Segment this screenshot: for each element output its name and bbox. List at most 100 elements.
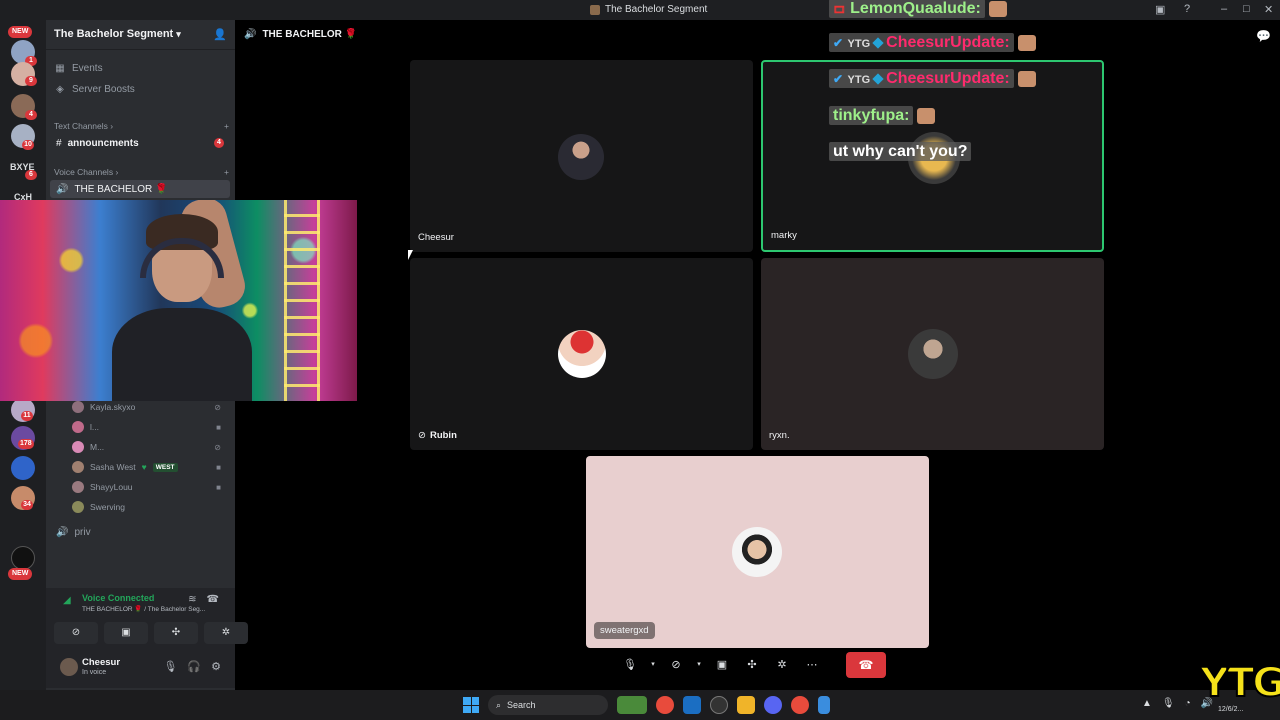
screen-share-icon[interactable]: ▣ <box>1155 3 1165 16</box>
channel-label: priv <box>74 526 91 538</box>
app-icon[interactable] <box>710 696 728 714</box>
mic-icon[interactable]: 🎙 <box>1162 698 1175 709</box>
channel-priv[interactable]: 🔊 priv <box>50 523 230 541</box>
close-button[interactable]: ✕ <box>1264 3 1273 16</box>
screen-share-button[interactable]: ▣ <box>104 622 148 644</box>
speaker-icon: 🔊 <box>244 29 257 40</box>
taskbar-search[interactable]: ⌕ Search <box>488 695 608 715</box>
file-explorer-icon[interactable] <box>737 696 755 714</box>
category-label: Text Channels <box>54 121 108 131</box>
server-badge: 6 <box>25 170 37 180</box>
noise-suppression-icon[interactable]: ≋ <box>188 594 196 605</box>
window-title: The Bachelor Segment <box>590 4 707 15</box>
events-label: Events <box>72 62 103 74</box>
add-user-icon[interactable]: 👤 <box>213 28 227 41</box>
soundboard-button[interactable]: ✲ <box>204 622 248 644</box>
mic-off-icon: ⊘ <box>214 442 221 452</box>
avatar <box>72 421 84 433</box>
avatar[interactable] <box>60 658 78 676</box>
network-icon[interactable]: ◔ <box>1185 698 1191 709</box>
streamer-webcam <box>0 200 357 401</box>
chevron-down-icon[interactable]: ▾ <box>648 653 658 677</box>
server-badge: 10 <box>22 140 34 150</box>
server-icon[interactable] <box>11 456 35 480</box>
camera-off-icon[interactable]: ⊘ <box>664 653 688 677</box>
disconnect-icon[interactable]: ☎ <box>207 594 219 605</box>
chevron-down-icon[interactable]: ▾ <box>694 653 704 677</box>
member-name: Sasha West <box>90 462 136 472</box>
headset-icon[interactable]: 🎧 <box>187 660 201 673</box>
chevron-up-icon[interactable]: ▲ <box>1142 698 1152 709</box>
channel-the-bachelor[interactable]: 🔊 THE BACHELOR 🌹 <box>50 180 230 198</box>
more-icon[interactable]: ⋯ <box>800 653 824 677</box>
voice-member[interactable]: ShayyLouu ■ <box>72 479 227 495</box>
video-tile[interactable]: Cheesur <box>410 60 753 252</box>
voice-status[interactable]: Voice Connected <box>82 593 154 603</box>
server-tag: WEST <box>152 462 178 472</box>
chrome-icon[interactable] <box>656 696 674 714</box>
weather-icon[interactable] <box>617 696 647 714</box>
notepad-icon[interactable] <box>818 696 830 714</box>
avatar <box>558 134 604 180</box>
chat-icon[interactable]: 💬 <box>1256 29 1271 43</box>
server-boosts-item[interactable]: ◈ Server Boosts <box>54 80 229 98</box>
avatar <box>72 441 84 453</box>
gear-icon[interactable]: ⚙ <box>211 660 221 673</box>
text-channels-category[interactable]: Text Channels › + <box>54 121 229 131</box>
streamer <box>112 200 252 401</box>
discord-icon[interactable] <box>764 696 782 714</box>
events-item[interactable]: ▦ Events <box>54 59 229 77</box>
voice-member[interactable]: l... ■ <box>72 419 227 435</box>
mic-icon[interactable]: 🎙 <box>618 653 642 677</box>
avatar <box>72 501 84 513</box>
camera-toggle-button[interactable]: ⊘ <box>54 622 98 644</box>
guild-header[interactable]: The Bachelor Segment ▾ 👤 <box>46 20 235 50</box>
kick-server-icon[interactable] <box>11 546 35 570</box>
video-tile[interactable]: sweatergxd <box>586 456 929 648</box>
mic-off-icon: ⊘ <box>418 430 426 441</box>
activities-icon[interactable]: ✣ <box>740 653 764 677</box>
voice-member[interactable]: Swerving <box>72 499 227 515</box>
activities-button[interactable]: ✣ <box>154 622 198 644</box>
soundboard-icon[interactable]: ✲ <box>770 653 794 677</box>
add-channel-icon[interactable]: + <box>224 121 229 131</box>
chrome-icon[interactable] <box>791 696 809 714</box>
emote-icon <box>1017 34 1036 51</box>
voice-member[interactable]: Kayla.skyxo ⊘ <box>72 399 227 415</box>
channel-label: THE BACHELOR 🌹 <box>74 183 168 195</box>
user-name[interactable]: Cheesur <box>82 657 120 668</box>
chevron-down-icon: ▾ <box>176 29 181 39</box>
help-icon[interactable]: ? <box>1184 3 1190 15</box>
add-channel-icon[interactable]: + <box>224 167 229 177</box>
video-tile[interactable]: ryxn. <box>761 258 1104 450</box>
video-tile[interactable]: ⊘ Rubin <box>410 258 753 450</box>
voice-channels-category[interactable]: Voice Channels › + <box>54 167 229 177</box>
member-name: Kayla.skyxo <box>90 402 136 412</box>
avatar <box>72 481 84 493</box>
call-controls: 🎙 ▾ ⊘ ▾ ▣ ✣ ✲ ⋯ ☎ <box>618 652 886 678</box>
participant-name: sweatergxd <box>594 622 655 639</box>
member-name: M... <box>90 442 105 452</box>
member-name: ShayyLouu <box>90 482 133 492</box>
mic-icon[interactable]: 🎙 <box>163 660 177 673</box>
light-ladder <box>284 200 320 401</box>
screen-share-icon[interactable]: ▣ <box>710 653 734 677</box>
maximize-button[interactable]: □ <box>1243 3 1250 15</box>
server-badge: 178 <box>18 439 34 449</box>
channel-announcements[interactable]: # announcments 4 <box>50 134 230 152</box>
minimize-button[interactable]: – <box>1221 3 1227 15</box>
steam-icon[interactable] <box>683 696 701 714</box>
member-name: Swerving <box>90 502 125 512</box>
voice-channel-link[interactable]: THE BACHELOR 🌹 / The Bachelor Seg... <box>82 605 205 613</box>
voice-member[interactable]: Sasha West ♥ WEST ■ <box>72 459 227 475</box>
voice-member[interactable]: M... ⊘ <box>72 439 227 455</box>
ytg-watermark-logo: YTG <box>1199 659 1280 707</box>
clock[interactable]: 12/6/2... <box>1218 706 1243 713</box>
windows-start-icon[interactable] <box>463 697 479 713</box>
chat-overlay-line: 🎞 LemonQuaalude: <box>829 0 1007 18</box>
disconnect-button[interactable]: ☎ <box>846 652 886 678</box>
avatar <box>908 329 958 379</box>
chat-overlay-line: ✔ YTG CheesurUpdate: <box>829 33 1036 52</box>
boost-icon: ◈ <box>56 83 64 95</box>
calendar-icon: ▦ <box>55 62 65 74</box>
